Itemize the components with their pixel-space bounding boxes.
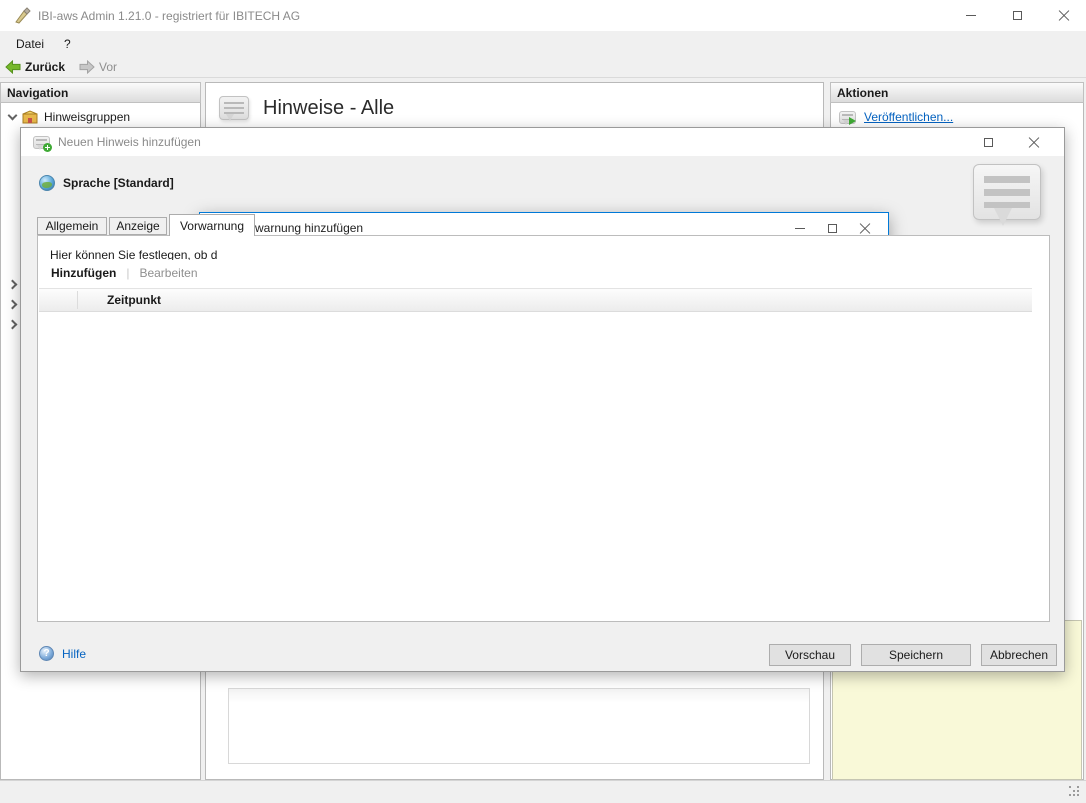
dialog1-preview-button[interactable]: Vorschau xyxy=(769,644,851,666)
back-button[interactable]: Zurück xyxy=(5,60,65,74)
window-title: IBI-aws Admin 1.21.0 - registriert für I… xyxy=(38,9,300,23)
publish-action[interactable]: Veröffentlichen... xyxy=(839,110,953,124)
package-icon xyxy=(22,110,38,124)
close-icon xyxy=(859,223,870,234)
publish-icon xyxy=(839,111,856,124)
dialog1-close-button[interactable] xyxy=(1011,128,1056,156)
app-window: IBI-aws Admin 1.21.0 - registriert für I… xyxy=(0,0,1086,803)
toolbar-separator: | xyxy=(126,266,129,280)
edit-entry-button[interactable]: Bearbeiten xyxy=(139,266,197,280)
arrow-badge-icon xyxy=(849,117,860,125)
titlebar: IBI-aws Admin 1.21.0 - registriert für I… xyxy=(0,0,1086,31)
content-inner-box xyxy=(228,688,810,764)
list-header-row[interactable]: Zeitpunkt xyxy=(39,288,1032,312)
tab-allgemein[interactable]: Allgemein xyxy=(37,217,107,235)
minimize-icon xyxy=(966,15,976,16)
help-action[interactable]: Hilfe xyxy=(39,646,86,661)
vorwarnung-tab-panel: Hier können Sie festlegen, ob d Hinzufüg… xyxy=(37,235,1050,622)
dialog1-maximize-button[interactable] xyxy=(966,128,1011,156)
column-zeitpunkt[interactable]: Zeitpunkt xyxy=(107,293,161,307)
back-label: Zurück xyxy=(25,60,65,74)
tab-vorwarnung[interactable]: Vorwarnung xyxy=(169,214,255,236)
navigation-header: Navigation xyxy=(0,82,201,103)
add-note-icon xyxy=(33,136,50,149)
maximize-icon xyxy=(828,224,837,233)
forward-button[interactable]: Vor xyxy=(79,60,117,74)
resize-grip[interactable] xyxy=(1069,786,1081,798)
maximize-icon xyxy=(1013,11,1022,20)
help-icon xyxy=(39,646,54,661)
tree-item-hinweisgruppen[interactable]: Hinweisgruppen xyxy=(1,107,200,127)
plus-badge-icon xyxy=(43,143,52,152)
dialog-neuer-hinweis: Neuen Hinweis hinzufügen Sprache [Standa… xyxy=(20,127,1065,672)
menu-help[interactable]: ? xyxy=(54,33,81,55)
nav-toolbar: Zurück Vor xyxy=(0,57,1086,78)
chevron-right-icon[interactable] xyxy=(8,300,18,310)
arrow-left-icon xyxy=(5,60,21,74)
minimize-button[interactable] xyxy=(948,0,994,31)
language-label: Sprache [Standard] xyxy=(63,176,174,190)
minimize-icon xyxy=(795,228,805,229)
chevron-down-icon[interactable] xyxy=(8,111,18,121)
menubar: Datei ? xyxy=(0,31,1086,57)
globe-icon xyxy=(39,175,55,191)
dialog2-title: Vorwarnung hinzufügen xyxy=(237,221,363,235)
close-icon xyxy=(1028,137,1039,148)
dialog1-cancel-button[interactable]: Abbrechen xyxy=(981,644,1057,666)
add-entry-button[interactable]: Hinzufügen xyxy=(51,266,116,280)
column-separator xyxy=(77,291,78,309)
watermark-bubble-icon xyxy=(973,164,1041,220)
language-selector[interactable]: Sprache [Standard] xyxy=(39,175,174,191)
list-toolbar: Hinzufügen | Bearbeiten xyxy=(39,260,1048,286)
publish-link[interactable]: Veröffentlichen... xyxy=(864,110,953,124)
dialog1-titlebar: Neuen Hinweis hinzufügen xyxy=(21,128,1064,156)
arrow-right-icon xyxy=(79,60,95,74)
maximize-icon xyxy=(984,138,993,147)
menu-datei[interactable]: Datei xyxy=(6,33,54,55)
status-bar xyxy=(0,780,1086,803)
dialog1-title: Neuen Hinweis hinzufügen xyxy=(58,135,201,149)
close-button[interactable] xyxy=(1040,0,1086,31)
page-title: Hinweise - Alle xyxy=(263,97,394,120)
chevron-right-icon[interactable] xyxy=(8,320,18,330)
app-icon xyxy=(14,7,31,24)
tab-anzeige[interactable]: Anzeige xyxy=(109,217,167,235)
help-link[interactable]: Hilfe xyxy=(62,647,86,661)
close-icon xyxy=(1058,10,1069,21)
hinweise-icon xyxy=(219,96,249,120)
forward-label: Vor xyxy=(99,60,117,74)
chevron-right-icon[interactable] xyxy=(8,280,18,290)
dialog1-save-button[interactable]: Speichern xyxy=(861,644,971,666)
tree-item-label: Hinweisgruppen xyxy=(44,110,130,124)
actions-header: Aktionen xyxy=(830,82,1084,103)
maximize-button[interactable] xyxy=(994,0,1040,31)
